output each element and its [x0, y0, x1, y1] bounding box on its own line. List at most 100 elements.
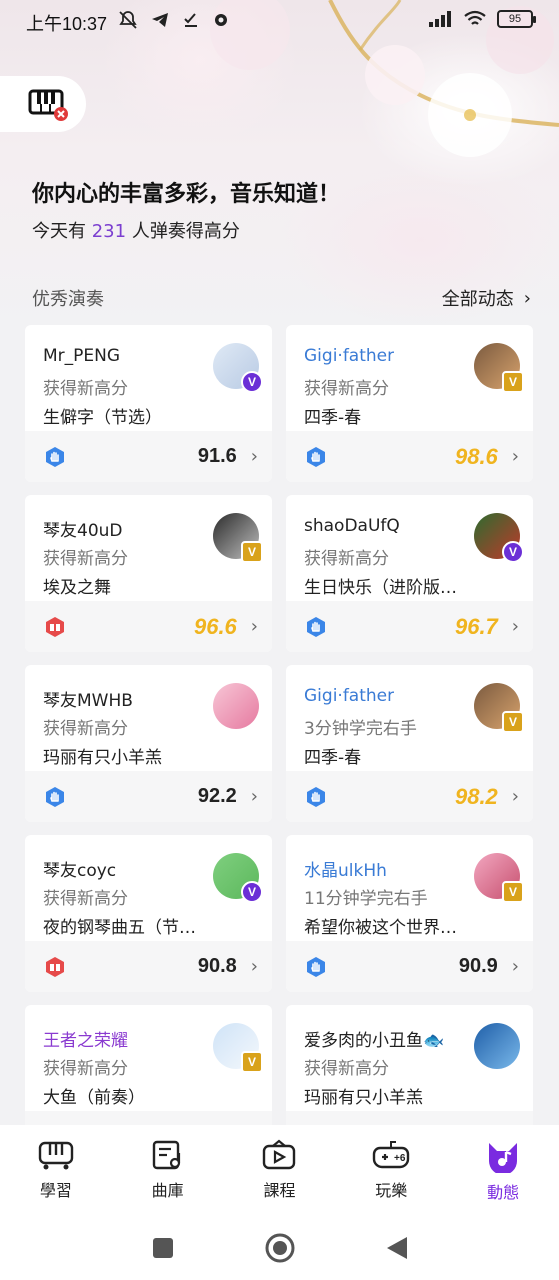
- today-stats: 今天有 231 人弹奏得高分: [32, 217, 240, 243]
- nav-courses[interactable]: 課程: [229, 1139, 329, 1215]
- card-action-text: 获得新高分: [43, 549, 128, 569]
- hand-mode-icon: [46, 446, 64, 467]
- performance-card[interactable]: 爱多肉的小丑鱼🐟 获得新高分 玛丽有只小羊羔 ›: [286, 1005, 533, 1125]
- performance-card[interactable]: 水晶ulkHh 11分钟学完右手 希望你被这个世界… V 90.9 ›: [286, 835, 533, 992]
- vip-badge-icon: V: [241, 881, 263, 903]
- all-activity-link[interactable]: 全部动态 ›: [442, 285, 531, 311]
- card-song-title: 四季-春: [304, 408, 362, 428]
- card-song-title: 大鱼（前奏）: [43, 1088, 145, 1108]
- back-icon[interactable]: [385, 1235, 409, 1261]
- card-action-text: 获得新高分: [304, 1059, 389, 1079]
- battery-level: 95: [508, 13, 522, 25]
- card-username[interactable]: Gigi·father: [304, 686, 394, 706]
- video-course-icon: [263, 1139, 296, 1170]
- avatar[interactable]: V: [213, 853, 263, 903]
- nav-label-learn: 學習: [39, 1181, 72, 1200]
- card-song-title: 玛丽有只小羊羔: [304, 1088, 423, 1108]
- card-username[interactable]: 爱多肉的小丑鱼🐟: [304, 1026, 444, 1051]
- hand-mode-icon: [307, 446, 325, 467]
- performance-card[interactable]: 琴友coyc 获得新高分 夜的钢琴曲五（节… V 90.8 ›: [25, 835, 272, 992]
- card-action-text: 获得新高分: [43, 379, 128, 399]
- avatar[interactable]: V: [213, 343, 263, 393]
- nav-feed[interactable]: 動態: [453, 1139, 553, 1215]
- card-song-title: 生日快乐（进阶版…: [304, 578, 457, 598]
- card-score: 96.7: [454, 613, 498, 639]
- card-action-text: 11分钟学完右手: [304, 889, 428, 909]
- chevron-right-icon: ›: [511, 446, 519, 467]
- nav-label-play: 玩樂: [375, 1181, 408, 1200]
- recent-apps-icon[interactable]: [151, 1236, 175, 1260]
- performance-card[interactable]: 王者之荣耀 获得新高分 大鱼（前奏） V ›: [25, 1005, 272, 1125]
- avatar[interactable]: [474, 1023, 520, 1069]
- hand-mode-icon: [307, 616, 325, 637]
- card-username[interactable]: 水晶ulkHh: [304, 856, 387, 881]
- card-footer[interactable]: 98.2 ›: [286, 771, 533, 822]
- card-footer[interactable]: ›: [286, 1111, 533, 1125]
- today-stats-suffix: 人弹奏得高分: [131, 221, 240, 242]
- piano-keys-icon: [38, 1141, 74, 1170]
- card-song-title: 夜的钢琴曲五（节…: [43, 918, 196, 938]
- chevron-right-icon: ›: [523, 287, 531, 309]
- nav-library[interactable]: 曲庫: [118, 1139, 218, 1215]
- card-footer[interactable]: 96.7 ›: [286, 601, 533, 652]
- chevron-right-icon: ›: [511, 786, 519, 807]
- card-username[interactable]: shaoDaUfQ: [304, 516, 400, 536]
- performance-card[interactable]: Gigi·father 获得新高分 四季-春 V 98.6 ›: [286, 325, 533, 482]
- performance-card[interactable]: 琴友MWHB 获得新高分 玛丽有只小羊羔 92.2 ›: [25, 665, 272, 822]
- nav-learn[interactable]: 學習: [6, 1139, 106, 1215]
- hand-mode-icon: [46, 786, 64, 807]
- card-footer[interactable]: 98.6 ›: [286, 431, 533, 482]
- home-icon[interactable]: [265, 1233, 295, 1263]
- card-username[interactable]: 琴友MWHB: [43, 686, 133, 711]
- performance-card[interactable]: 琴友40uD 获得新高分 埃及之舞 V 96.6 ›: [25, 495, 272, 652]
- card-footer[interactable]: 91.6 ›: [25, 431, 272, 482]
- card-footer[interactable]: 92.2 ›: [25, 771, 272, 822]
- section-title: 优秀演奏: [32, 289, 104, 310]
- avatar[interactable]: V: [474, 853, 524, 903]
- card-song-title: 希望你被这个世界…: [304, 918, 457, 938]
- card-username[interactable]: 王者之荣耀: [43, 1026, 128, 1051]
- performance-card[interactable]: Mr_PENG 获得新高分 生僻字（节选） V 91.6 ›: [25, 325, 272, 482]
- performance-card[interactable]: shaoDaUfQ 获得新高分 生日快乐（进阶版… V 96.7 ›: [286, 495, 533, 652]
- today-stats-prefix: 今天有: [32, 221, 86, 242]
- avatar[interactable]: V: [213, 1023, 263, 1073]
- avatar[interactable]: V: [474, 683, 524, 733]
- vip-badge-icon: V: [241, 371, 263, 393]
- card-score: 90.8: [197, 955, 237, 977]
- avatar[interactable]: V: [213, 513, 263, 563]
- signal-icon: [429, 11, 451, 27]
- card-footer[interactable]: ›: [25, 1111, 272, 1125]
- card-footer[interactable]: 90.8 ›: [25, 941, 272, 992]
- card-username[interactable]: Mr_PENG: [43, 346, 120, 366]
- avatar[interactable]: V: [474, 343, 524, 393]
- card-score: 92.2: [197, 785, 237, 807]
- chevron-right-icon: ›: [250, 956, 258, 977]
- vip-badge-icon: V: [502, 711, 524, 733]
- telegram-icon: [152, 13, 168, 27]
- card-username[interactable]: 琴友40uD: [43, 516, 123, 541]
- card-username[interactable]: 琴友coyc: [43, 856, 116, 881]
- performance-card[interactable]: Gigi·father 3分钟学完右手 四季-春 V 98.2 ›: [286, 665, 533, 822]
- card-score: 98.2: [454, 783, 498, 809]
- card-song-title: 四季-春: [304, 748, 362, 768]
- status-bar: 上午10:37 95: [0, 0, 559, 42]
- chevron-right-icon: ›: [250, 616, 258, 637]
- battery-icon: 95: [497, 10, 536, 28]
- vip-badge-icon: V: [241, 541, 263, 563]
- nav-play[interactable]: +6 玩樂: [341, 1139, 441, 1215]
- card-score: 90.9: [458, 955, 498, 977]
- avatar[interactable]: [213, 683, 259, 729]
- card-footer[interactable]: 96.6 ›: [25, 601, 272, 652]
- card-action-text: 3分钟学完右手: [304, 719, 417, 739]
- card-username[interactable]: Gigi·father: [304, 346, 394, 366]
- chevron-right-icon: ›: [250, 786, 258, 807]
- card-footer[interactable]: 90.9 ›: [286, 941, 533, 992]
- gamepad-icon: +6: [373, 1141, 410, 1169]
- piano-connection-button[interactable]: [0, 76, 86, 132]
- chevron-right-icon: ›: [250, 446, 258, 467]
- all-activity-label: 全部动态: [441, 289, 514, 310]
- card-song-title: 玛丽有只小羊羔: [43, 748, 162, 768]
- avatar[interactable]: V: [474, 513, 524, 563]
- vip-badge-icon: V: [502, 541, 524, 563]
- performance-grid: Mr_PENG 获得新高分 生僻字（节选） V 91.6 › Gigi·fath…: [25, 325, 535, 1125]
